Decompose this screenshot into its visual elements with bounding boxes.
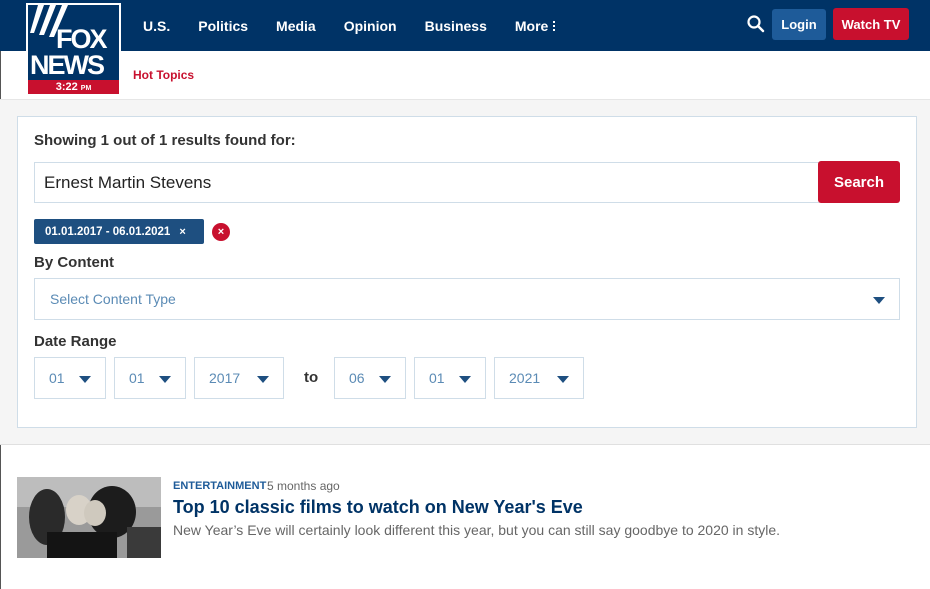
from-day-select[interactable]: 01 — [114, 357, 186, 399]
article-headline[interactable]: Top 10 classic films to watch on New Yea… — [173, 497, 583, 518]
search-icon[interactable] — [746, 14, 766, 34]
article-summary: New Year’s Eve will certainly look diffe… — [173, 522, 781, 538]
main-nav: U.S. Politics Media Opinion Business Mor… — [143, 0, 583, 51]
from-year-select[interactable]: 2017 — [194, 357, 284, 399]
chevron-down-icon — [257, 376, 269, 383]
content-type-placeholder: Select Content Type — [50, 291, 176, 307]
to-year-select[interactable]: 2021 — [494, 357, 584, 399]
nav-more[interactable]: More — [514, 17, 556, 34]
close-icon[interactable]: × — [179, 226, 185, 238]
to-month-value: 06 — [349, 370, 365, 386]
nav-opinion[interactable]: Opinion — [344, 18, 397, 34]
nav-more-label: More — [514, 17, 549, 34]
article-timestamp: 5 months ago — [267, 479, 340, 493]
results-divider — [0, 444, 930, 445]
date-range-label: Date Range — [34, 333, 117, 350]
nav-media[interactable]: Media — [276, 18, 316, 34]
chevron-down-icon — [159, 376, 171, 383]
to-year-value: 2021 — [509, 370, 541, 386]
login-button[interactable]: Login — [772, 9, 826, 40]
from-day-value: 01 — [129, 370, 145, 386]
search-button[interactable]: Search — [818, 161, 900, 203]
watch-tv-button[interactable]: Watch TV — [833, 8, 909, 40]
to-day-value: 01 — [429, 370, 445, 386]
date-range-to-label: to — [304, 369, 319, 386]
search-input[interactable]: Ernest Martin Stevens — [34, 162, 819, 203]
chevron-down-icon — [459, 376, 471, 383]
logo-clock: 3:22 PM — [28, 80, 119, 94]
nav-business[interactable]: Business — [425, 18, 487, 34]
chevron-down-icon — [557, 376, 569, 383]
chevron-down-icon — [873, 297, 885, 304]
logo-clock-ampm: PM — [80, 85, 92, 92]
chevron-down-icon — [79, 376, 91, 383]
date-filter-chip: 01.01.2017 - 06.01.2021 × — [34, 219, 204, 244]
from-month-select[interactable]: 01 — [34, 357, 106, 399]
hot-topics-link[interactable]: Hot Topics — [133, 68, 194, 82]
logo-news-text: NEWS — [30, 50, 105, 80]
chevron-down-icon — [379, 376, 391, 383]
article-category[interactable]: ENTERTAINMENT — [173, 480, 266, 492]
logo-clock-time: 3:22 — [55, 81, 78, 93]
clear-filters-button[interactable]: × — [212, 223, 230, 241]
content-type-select[interactable]: Select Content Type — [34, 278, 900, 320]
nav-politics[interactable]: Politics — [198, 18, 248, 34]
date-filter-chip-label: 01.01.2017 - 06.01.2021 — [45, 225, 171, 238]
from-year-value: 2017 — [209, 370, 241, 386]
results-count-text: Showing 1 out of 1 results found for: — [34, 132, 296, 149]
by-content-label: By Content — [34, 254, 114, 271]
nav-us[interactable]: U.S. — [143, 18, 170, 34]
from-month-value: 01 — [49, 370, 65, 386]
article-thumbnail[interactable] — [17, 477, 161, 558]
to-day-select[interactable]: 01 — [414, 357, 486, 399]
fox-news-logo[interactable]: FOX NEWS 3:22 PM — [26, 3, 121, 96]
to-month-select[interactable]: 06 — [334, 357, 406, 399]
kebab-icon — [553, 20, 556, 31]
